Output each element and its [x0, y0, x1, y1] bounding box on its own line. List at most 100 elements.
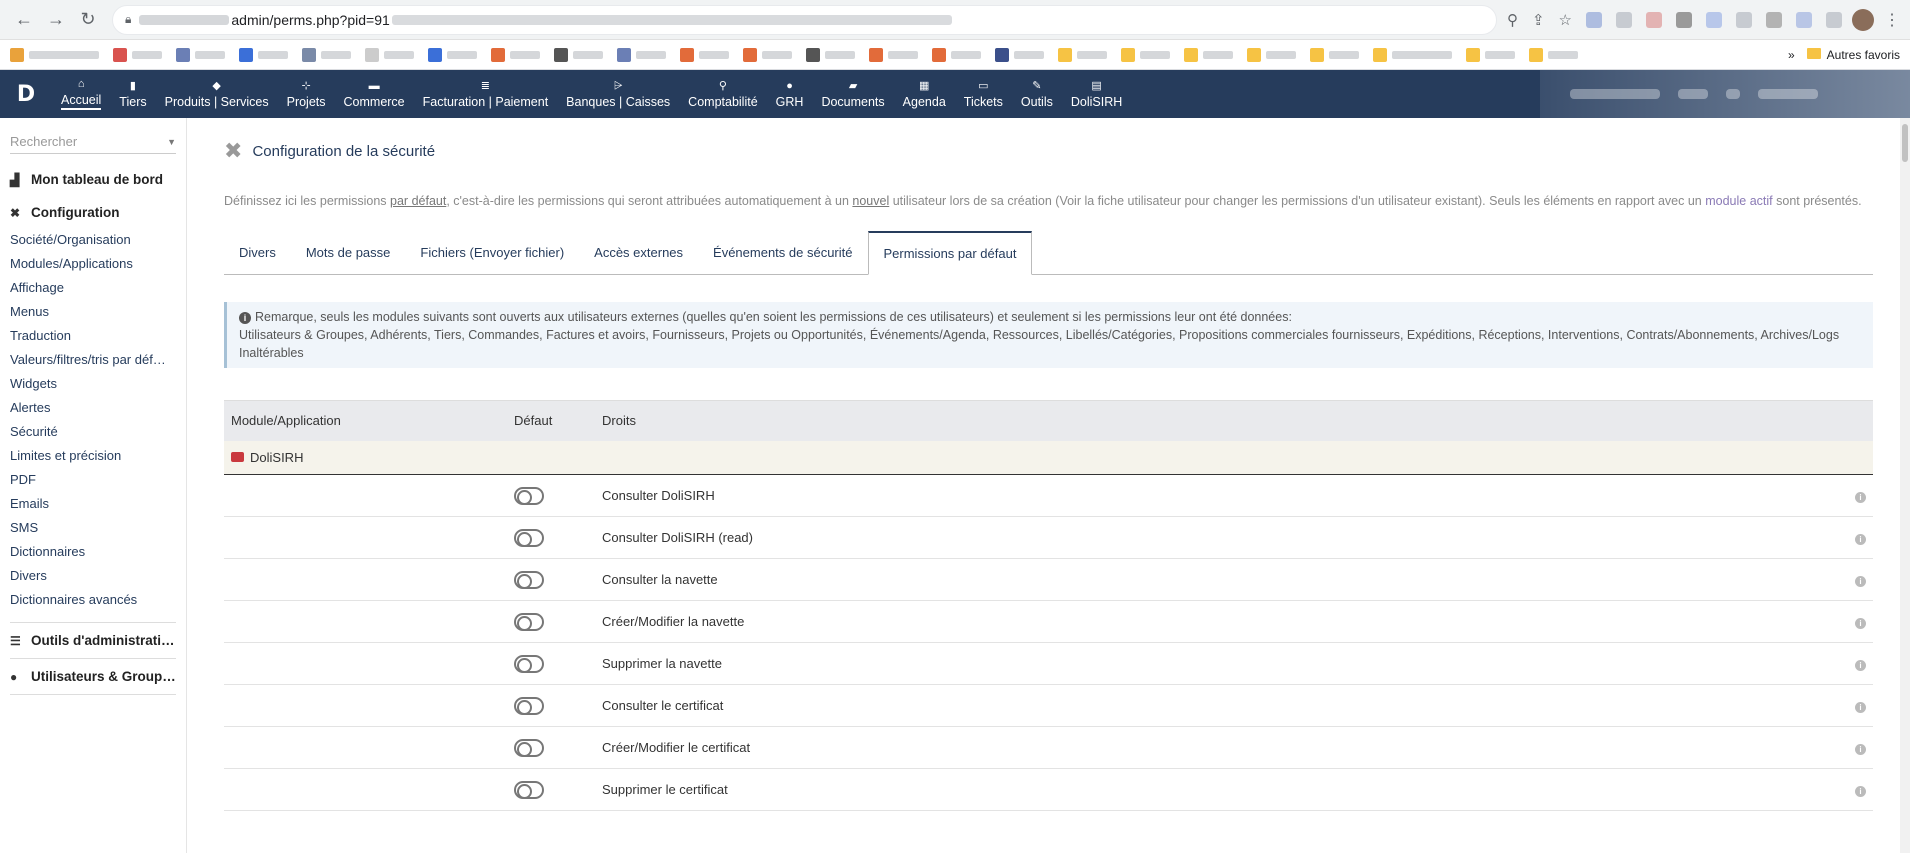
sidebar-users-groups[interactable]: ● Utilisateurs & Group… [10, 669, 176, 684]
share-icon[interactable]: ⇪ [1532, 11, 1545, 29]
bookmark-folder[interactable] [1373, 47, 1452, 62]
top-menu-outils[interactable]: ✎ Outils [1012, 70, 1062, 118]
sidebar-admin-tools[interactable]: ☰ Outils d'administrati… [10, 633, 176, 648]
bookmark-item[interactable] [302, 47, 351, 62]
sidebar-config-item[interactable]: Traduction [10, 324, 176, 348]
info-icon[interactable]: i [1855, 744, 1866, 755]
sidebar-config-item[interactable]: Dictionnaires [10, 540, 176, 564]
extension-icon[interactable] [1676, 11, 1692, 28]
top-menu-projets[interactable]: ⊹ Projets [278, 70, 335, 118]
bookmark-item[interactable] [491, 47, 540, 62]
sidebar-dashboard[interactable]: ▟ Mon tableau de bord [10, 172, 176, 187]
top-menu-comptabilit-[interactable]: ⚲ Comptabilité [679, 70, 766, 118]
zoom-icon[interactable]: ⚲ [1507, 11, 1518, 29]
tab--v-nements-de-s-curit-[interactable]: Événements de sécurité [698, 230, 867, 274]
extension-icon[interactable] [1826, 11, 1842, 28]
top-menu-produits-services[interactable]: ◆ Produits | Services [156, 70, 278, 118]
info-icon[interactable]: i [1855, 576, 1866, 587]
toggle-off-icon[interactable] [514, 654, 544, 673]
top-menu-banques-caisses[interactable]: ⩥ Banques | Caisses [557, 70, 679, 118]
bookmark-item[interactable] [869, 47, 918, 62]
other-bookmarks[interactable]: Autres favoris [1806, 47, 1900, 62]
bookmark-item[interactable] [10, 47, 99, 62]
bookmark-item[interactable] [176, 47, 225, 62]
sidebar-config-item[interactable]: Modules/Applications [10, 252, 176, 276]
top-menu-tiers[interactable]: ▮ Tiers [110, 70, 155, 118]
bookmark-folder[interactable] [1121, 47, 1170, 62]
bookmark-item[interactable] [680, 47, 729, 62]
top-menu-commerce[interactable]: ▬ Commerce [335, 70, 414, 118]
bookmark-item[interactable] [932, 47, 981, 62]
more-bookmarks-icon[interactable]: » [1788, 48, 1795, 62]
extension-icon[interactable] [1616, 11, 1632, 28]
bookmark-item[interactable] [113, 47, 162, 62]
info-icon[interactable]: i [1855, 786, 1866, 797]
dolibarr-logo[interactable]: D [0, 70, 52, 118]
toggle-off-icon[interactable] [514, 738, 544, 757]
sidebar-config-item[interactable]: Valeurs/filtres/tris par déf… [10, 348, 176, 372]
info-icon[interactable]: i [1855, 702, 1866, 713]
bookmark-item[interactable] [743, 47, 792, 62]
sidebar-config-item[interactable]: Limites et précision [10, 444, 176, 468]
toggle-off-icon[interactable] [514, 780, 544, 799]
bookmark-folder[interactable] [1310, 47, 1359, 62]
sidebar-config-item[interactable]: PDF [10, 468, 176, 492]
toggle-off-icon[interactable] [514, 612, 544, 631]
tab-mots-de-passe[interactable]: Mots de passe [291, 230, 406, 274]
bookmark-item[interactable] [428, 47, 477, 62]
top-menu-accueil[interactable]: ⌂ Accueil [52, 70, 110, 118]
toggle-off-icon[interactable] [514, 486, 544, 505]
tab-permissions-par-d-faut[interactable]: Permissions par défaut [867, 231, 1033, 275]
info-icon[interactable]: i [1855, 618, 1866, 629]
info-icon[interactable]: i [1855, 492, 1866, 503]
sidebar-config-item[interactable]: Sécurité [10, 420, 176, 444]
sidebar-config-item[interactable]: Emails [10, 492, 176, 516]
tab-divers[interactable]: Divers [224, 230, 291, 274]
address-bar[interactable]: 🔒︎ admin/perms.php?pid=91 [112, 4, 1497, 35]
bookmark-folder[interactable] [1529, 47, 1578, 62]
bookmark-folder[interactable] [1058, 47, 1107, 62]
page-scrollbar[interactable] [1900, 118, 1910, 853]
extension-icon[interactable] [1586, 11, 1602, 28]
sidebar-config-item[interactable]: SMS [10, 516, 176, 540]
sidebar-config-item[interactable]: Divers [10, 564, 176, 588]
sidebar-config-item[interactable]: Widgets [10, 372, 176, 396]
back-arrow-icon[interactable]: ← [10, 6, 38, 34]
sidebar-config-item[interactable]: Dictionnaires avancés [10, 588, 176, 612]
info-icon[interactable]: i [1855, 660, 1866, 671]
sidebar-config-item[interactable]: Alertes [10, 396, 176, 420]
sidebar-config-item[interactable]: Société/Organisation [10, 228, 176, 252]
extension-icon[interactable] [1796, 11, 1812, 28]
bookmark-item[interactable] [806, 47, 855, 62]
reload-icon[interactable]: ↻ [74, 6, 102, 34]
module-actif-link[interactable]: module actif [1705, 194, 1772, 208]
bookmark-item[interactable] [995, 47, 1044, 62]
bookmark-folder[interactable] [1184, 47, 1233, 62]
tab-fichiers-envoyer-fichier-[interactable]: Fichiers (Envoyer fichier) [405, 230, 579, 274]
toggle-off-icon[interactable] [514, 528, 544, 547]
top-menu-grh[interactable]: ● GRH [767, 70, 813, 118]
top-menu-documents[interactable]: ▰ Documents [812, 70, 893, 118]
extension-icon[interactable] [1646, 11, 1662, 28]
bookmark-item[interactable] [617, 47, 666, 62]
toggle-off-icon[interactable] [514, 570, 544, 589]
search-select[interactable]: Rechercher ▼ [10, 130, 176, 154]
top-menu-facturation-paiement[interactable]: ≣ Facturation | Paiement [414, 70, 558, 118]
extension-icon[interactable] [1706, 11, 1722, 28]
forward-arrow-icon[interactable]: → [42, 6, 70, 34]
bookmark-item[interactable] [239, 47, 288, 62]
bookmark-folder[interactable] [1466, 47, 1515, 62]
sidebar-config-item[interactable]: Menus [10, 300, 176, 324]
top-menu-agenda[interactable]: ▦ Agenda [894, 70, 955, 118]
toggle-off-icon[interactable] [514, 696, 544, 715]
info-icon[interactable]: i [1855, 534, 1866, 545]
star-icon[interactable]: ☆ [1559, 11, 1572, 29]
bookmark-item[interactable] [554, 47, 603, 62]
bookmark-folder[interactable] [1247, 47, 1296, 62]
sidebar-configuration[interactable]: ✖ Configuration [10, 205, 176, 220]
extension-icon[interactable] [1736, 11, 1752, 28]
tab-acc-s-externes[interactable]: Accès externes [579, 230, 698, 274]
extension-icon[interactable] [1766, 11, 1782, 28]
browser-menu-icon[interactable]: ⋮ [1884, 10, 1900, 30]
sidebar-config-item[interactable]: Affichage [10, 276, 176, 300]
